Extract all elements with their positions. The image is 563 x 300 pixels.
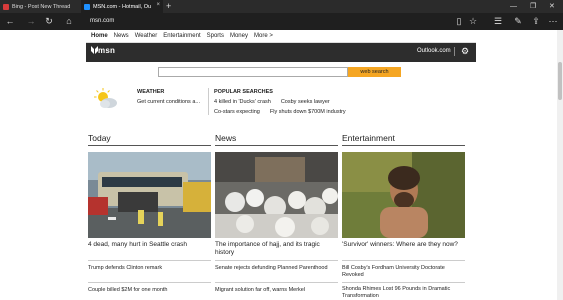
popular-link[interactable]: 4 killed in 'Ducks' crash [214,99,271,105]
scrollbar-thumb[interactable] [558,62,562,100]
menu-money[interactable]: Money [230,33,248,39]
popular-row: Co-stars expecting Fly shuts down $700M … [214,109,346,115]
menu-weather[interactable]: Weather [135,33,158,39]
column-heading[interactable]: News [215,133,338,146]
story-link[interactable]: Bill Cosby's Fordham University Doctorat… [342,265,465,279]
story-link[interactable]: Senate rejects defunding Planned Parenth… [215,265,338,272]
column-news: News [215,133,338,146]
divider [88,282,211,283]
headline-entertainment[interactable]: 'Survivor' winners: Where are they now? [342,241,465,249]
divider [342,260,465,261]
address-bar[interactable]: msn.com [82,15,482,28]
headline-today[interactable]: 4 dead, many hurt in Seattle crash [88,241,211,249]
popular-link[interactable]: Fly shuts down $700M industry [270,109,346,115]
tab-bing[interactable]: Bing - Post New Thread [0,0,80,13]
story-link[interactable]: Couple billed $2M for one month [88,287,211,294]
hub-icon[interactable]: ☰ [491,13,505,30]
title-bar: Bing - Post New Thread MSN.com - Hotmail… [0,0,563,13]
butterfly-icon [91,46,98,54]
tab-title: Bing - Post New Thread [12,3,71,10]
share-icon[interactable]: ⇪ [529,13,543,30]
web-note-icon[interactable]: ✎ [511,13,525,30]
survivor-photo[interactable] [342,152,465,238]
close-tab-icon[interactable]: × [156,2,160,8]
divider [215,260,338,261]
story-link[interactable]: Trump defends Clinton remark [88,265,211,272]
navigation-bar: ← → ↻ ⌂ msn.com ▯ ☆ ☰ ✎ ⇪ ⋯ [0,13,563,30]
popular-row: 4 killed in 'Ducks' crash Cosby seeks la… [214,99,330,105]
weather-title: WEATHER [137,89,165,95]
home-icon[interactable]: ⌂ [62,13,76,30]
column-heading[interactable]: Today [88,133,211,146]
popular-searches-title: POPULAR SEARCHES [214,89,273,95]
divider [215,282,338,283]
headline-news[interactable]: The importance of hajj, and its tragic h… [215,241,338,257]
column-heading[interactable]: Entertainment [342,133,465,146]
divider [342,282,465,283]
menu-home[interactable]: Home [91,33,108,39]
bing-favicon-icon [3,3,9,10]
column-entertainment: Entertainment [342,133,465,146]
search-input[interactable] [158,67,348,77]
msn-menu: Home News Weather Entertainment Sports M… [91,33,273,39]
divider [208,88,209,115]
tab-msn[interactable]: MSN.com - Hotmail, Ou × [81,0,163,13]
menu-entertainment[interactable]: Entertainment [163,33,200,39]
divider [88,260,211,261]
restore-icon[interactable]: ❐ [530,0,536,13]
weather-text[interactable]: Get current conditions a... [137,99,200,105]
hajj-photo[interactable] [215,152,338,238]
column-today: Today [88,133,211,146]
story-link[interactable]: Migrant solution far off, warns Merkel [215,287,338,294]
close-window-icon[interactable]: ✕ [549,0,555,13]
popular-link[interactable]: Cosby seeks lawyer [281,99,330,105]
web-search-button[interactable]: web search [348,67,401,77]
story-link[interactable]: Shonda Rhimes Lost 96 Pounds in Dramatic… [342,286,465,300]
menu-sports[interactable]: Sports [207,33,224,39]
outlook-link[interactable]: Outlook.com [417,48,451,54]
divider [454,47,455,56]
crash-photo[interactable] [88,152,211,238]
minimize-icon[interactable]: — [510,0,517,13]
menu-news[interactable]: News [114,33,129,39]
msn-logo[interactable]: msn [91,46,115,55]
menu-more[interactable]: More > [254,33,273,39]
more-icon[interactable]: ⋯ [546,13,560,30]
favorite-star-icon[interactable]: ☆ [466,13,480,30]
forward-icon[interactable]: → [24,13,38,30]
msn-favicon-icon [84,3,90,10]
gear-icon[interactable]: ⚙ [461,46,469,57]
reading-view-icon[interactable]: ▯ [452,13,466,30]
weather-partly-cloudy-icon [94,88,117,108]
msn-logo-text: msn [98,46,116,55]
refresh-icon[interactable]: ↻ [42,13,56,30]
popular-link[interactable]: Co-stars expecting [214,109,260,115]
new-tab-button[interactable]: + [166,0,171,13]
back-icon[interactable]: ← [3,13,17,30]
tab-title: MSN.com - Hotmail, Ou [93,3,152,10]
